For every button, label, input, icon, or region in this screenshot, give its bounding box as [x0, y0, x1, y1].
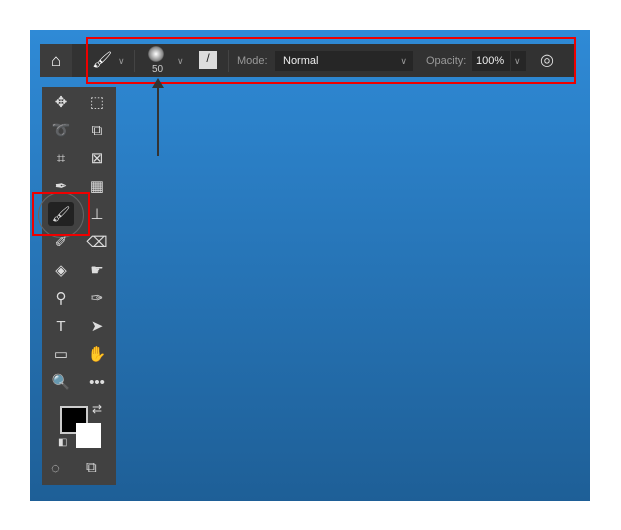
swap-colors-icon[interactable]: ⇄ [92, 402, 102, 416]
highlight-options-bar [86, 37, 576, 84]
crop-tool[interactable]: ⌗ [48, 146, 74, 170]
highlight-brush-tool [32, 192, 90, 236]
type-tool[interactable]: T [48, 314, 74, 338]
rectangle-tool[interactable]: ▭ [48, 342, 74, 366]
move-tool[interactable]: ✥ [48, 90, 74, 114]
marquee-tool[interactable]: ⬚ [84, 90, 110, 114]
default-colors-icon[interactable]: ◧ [58, 437, 67, 448]
smudge-tool[interactable]: ☛ [84, 258, 110, 282]
lasso-tool[interactable]: ➰ [48, 118, 74, 142]
paint-bucket-tool[interactable]: ◈ [48, 258, 74, 282]
home-icon[interactable]: ⌂ [40, 44, 72, 77]
pen-tool[interactable]: ✑ [84, 286, 110, 310]
frame-tool[interactable]: ⊠ [84, 146, 110, 170]
zoom-tool[interactable]: 🔍 [48, 370, 74, 394]
dodge-tool[interactable]: ⚲ [48, 286, 74, 310]
background-color-swatch[interactable] [76, 423, 101, 448]
object-select-tool[interactable]: ⧉ [84, 118, 110, 142]
hand-tool[interactable]: ✋ [84, 342, 110, 366]
quick-mask-icon[interactable]: ◌ [51, 460, 60, 477]
path-select-tool[interactable]: ➤ [84, 314, 110, 338]
arrow-annotation [152, 78, 164, 156]
more-tools[interactable]: ••• [84, 370, 110, 394]
screen-mode-icon[interactable]: ⧉ [86, 459, 97, 476]
